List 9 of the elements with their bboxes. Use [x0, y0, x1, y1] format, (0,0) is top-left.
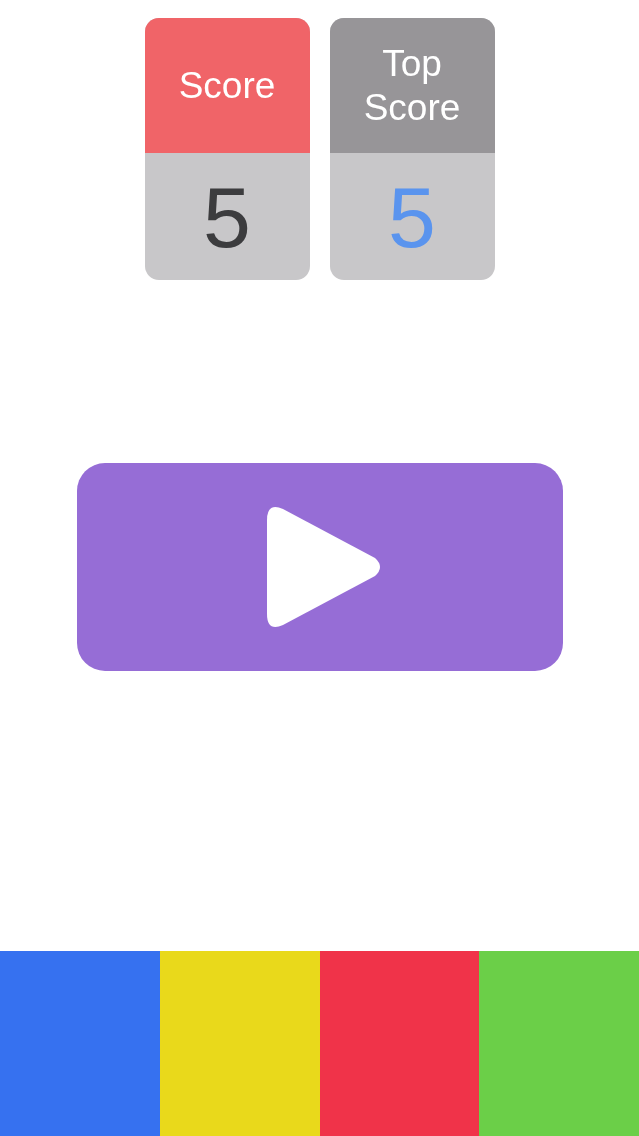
score-label: Score [178, 63, 276, 108]
color-pad[interactable] [0, 951, 160, 1136]
color-pad[interactable] [319, 951, 480, 1136]
color-pad[interactable] [479, 951, 639, 1136]
color-pad[interactable] [159, 951, 320, 1136]
score-value: 5 [203, 173, 251, 260]
score-label: Top Score [362, 41, 462, 130]
play-button[interactable] [76, 463, 563, 671]
score-value: 5 [388, 173, 436, 260]
